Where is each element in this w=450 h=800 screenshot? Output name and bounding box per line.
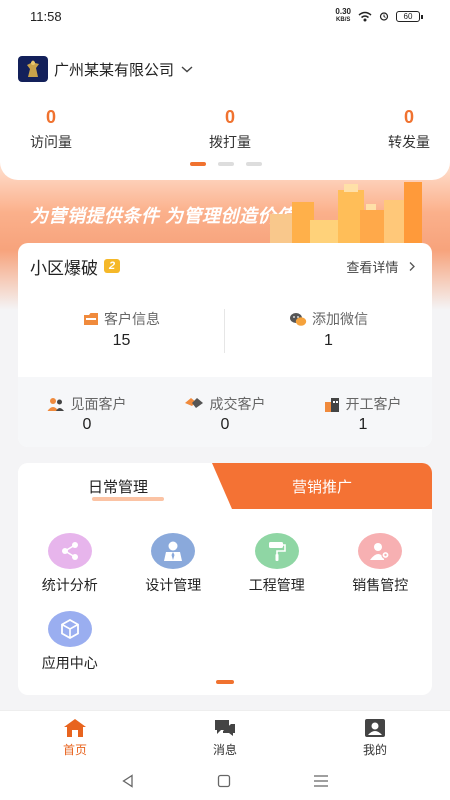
customer-info-value: 15 [112, 332, 131, 349]
customer-info-label: 客户信息 [104, 311, 160, 327]
grid-item-label: 应用中心 [41, 655, 98, 671]
city-buildings-illustration [270, 182, 422, 252]
home-icon [64, 719, 86, 737]
header-card: 广州某某有限公司 0 访问量 0 拨打量 0 转发量 [0, 32, 450, 180]
building-icon [325, 397, 340, 412]
tab-marketing-promotion[interactable]: 营销推广 [212, 463, 432, 509]
stat-forwards[interactable]: 0 转发量 [388, 106, 430, 152]
menu-lines-icon[interactable] [313, 774, 329, 788]
carousel-dot[interactable] [246, 162, 262, 166]
wechat-icon [290, 312, 307, 326]
divider [224, 309, 225, 353]
company-name: 广州某某有限公司 [54, 61, 175, 79]
company-logo [18, 56, 48, 82]
meet-customers-value: 0 [82, 416, 92, 433]
user-profile-icon [365, 719, 385, 737]
carousel-dots [190, 162, 262, 166]
carousel-dot[interactable] [218, 162, 234, 166]
system-nav-bar [0, 762, 450, 800]
add-wechat-label: 添加微信 [312, 311, 368, 327]
designer-icon [151, 533, 196, 569]
banner-slogan: 为营销提供条件 为管理创造价值 [30, 206, 295, 226]
back-triangle-icon[interactable] [121, 774, 135, 788]
carousel-dot-active[interactable] [190, 162, 206, 166]
start-customers-label: 开工客户 [345, 396, 402, 412]
stats-row: 0 访问量 0 拨打量 0 转发量 [0, 106, 450, 152]
paint-roller-icon [254, 533, 299, 569]
battery-icon: 60 [396, 10, 423, 22]
project-top-stats: 客户信息 15 添加微信 1 [18, 309, 432, 350]
alarm-icon [379, 12, 389, 21]
chevron-down-icon [181, 66, 193, 73]
nav-home-label: 首页 [62, 743, 87, 757]
status-icons: 0.30 KB/S 60 [335, 7, 423, 24]
chat-icon [215, 720, 235, 736]
cube-icon [47, 611, 92, 647]
wifi-icon [358, 11, 372, 21]
meet-customers-label: 见面客户 [70, 396, 127, 412]
nav-home[interactable]: 首页 [0, 711, 150, 762]
view-details-link[interactable]: 查看详情 [346, 257, 416, 276]
management-grid: 统计分析 设计管理 工程管理 销售管控 应用中心 [18, 533, 432, 689]
stat-visits-label: 访问量 [30, 134, 72, 150]
user-gear-icon [358, 533, 403, 569]
grid-item-label: 工程管理 [248, 577, 305, 593]
nav-messages-label: 消息 [212, 743, 237, 757]
management-card: 日常管理 营销推广 统计分析 设计管理 工程管理 销售管控 应用中心 [18, 463, 432, 695]
status-time: 11:58 [30, 8, 62, 24]
company-selector[interactable]: 广州某某有限公司 [18, 56, 194, 82]
stat-calls-value: 0 [224, 107, 235, 127]
add-wechat-stat[interactable]: 添加微信 1 [225, 309, 432, 350]
grid-page-indicator [216, 680, 234, 684]
home-square-icon[interactable] [217, 774, 231, 788]
stat-visits-value: 0 [45, 107, 56, 127]
chevron-right-icon [408, 260, 416, 275]
management-tabs: 日常管理 营销推广 [18, 463, 432, 509]
nav-mine-label: 我的 [362, 743, 387, 757]
stat-forwards-label: 转发量 [388, 134, 430, 150]
grid-item-label: 统计分析 [41, 577, 98, 593]
stat-visits[interactable]: 0 访问量 [30, 106, 72, 152]
grid-item-design[interactable]: 设计管理 [122, 533, 226, 611]
grid-item-label: 销售管控 [352, 577, 409, 593]
nav-mine[interactable]: 我的 [300, 711, 450, 762]
net-speed: 0.30 KB/S [335, 7, 351, 24]
stat-calls[interactable]: 0 拨打量 [209, 106, 251, 152]
start-customers-value: 1 [358, 416, 368, 433]
customer-info-stat[interactable]: 客户信息 15 [18, 309, 225, 350]
share-nodes-icon [47, 533, 92, 569]
grid-item-app-center[interactable]: 应用中心 [18, 611, 122, 689]
grid-item-sales-control[interactable]: 销售管控 [329, 533, 433, 611]
status-bar: 11:58 0.30 KB/S 60 [0, 0, 450, 32]
folder-icon [84, 313, 98, 325]
stat-forwards-value: 0 [403, 107, 414, 127]
start-customers-stat[interactable]: 开工客户 1 [294, 377, 432, 447]
project-title: 小区爆破 2 [30, 254, 120, 279]
tab-underline [92, 497, 164, 501]
tab-daily-management[interactable]: 日常管理 [18, 463, 218, 509]
stat-calls-label: 拨打量 [209, 134, 251, 150]
nav-messages[interactable]: 消息 [150, 711, 300, 762]
people-icon [47, 397, 65, 411]
project-bottom-stats: 见面客户 0 成交客户 0 开工客户 1 [18, 377, 432, 447]
add-wechat-value: 1 [324, 332, 333, 349]
project-badge: 2 [104, 259, 120, 273]
deal-customers-label: 成交客户 [209, 396, 266, 412]
project-card: 小区爆破 2 查看详情 客户信息 15 添加微信 1 见面客户 0 成交客户 0… [18, 243, 432, 447]
deal-customers-stat[interactable]: 成交客户 0 [156, 377, 294, 447]
meet-customers-stat[interactable]: 见面客户 0 [18, 377, 156, 447]
project-card-header: 小区爆破 2 查看详情 [18, 243, 432, 289]
grid-item-label: 设计管理 [145, 577, 202, 593]
deal-customers-value: 0 [220, 416, 230, 433]
bottom-nav: 首页 消息 我的 [0, 710, 450, 762]
grid-item-engineering[interactable]: 工程管理 [225, 533, 329, 611]
grid-item-statistics[interactable]: 统计分析 [18, 533, 122, 611]
handshake-icon [185, 398, 204, 408]
